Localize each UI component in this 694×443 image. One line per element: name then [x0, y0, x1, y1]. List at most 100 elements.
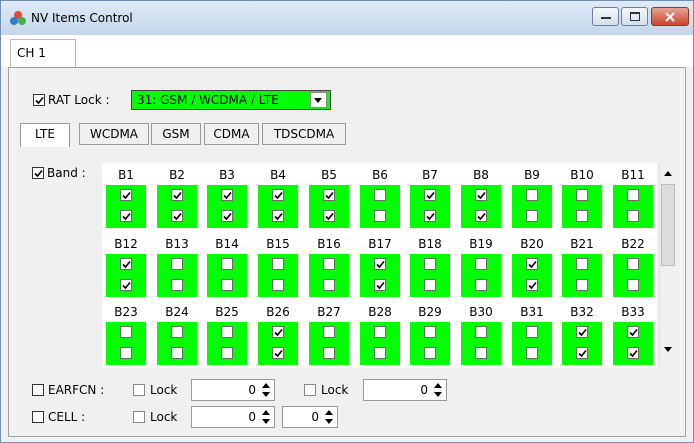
earfcn-lock-checkbox-1[interactable] [133, 384, 145, 396]
band-name-b21: B21 [570, 237, 594, 251]
scroll-down-icon[interactable] [662, 345, 674, 355]
band-b2-bottom-checkbox[interactable] [171, 210, 183, 222]
tab-cdma[interactable]: CDMA [204, 123, 259, 145]
check-icon [122, 212, 131, 221]
band-name-b30: B30 [469, 305, 493, 319]
band-b29-top-checkbox[interactable] [424, 326, 436, 338]
band-checkbox[interactable] [32, 167, 44, 179]
band-b21-bottom-checkbox[interactable] [576, 279, 588, 291]
band-b28-top-checkbox[interactable] [374, 326, 386, 338]
band-b7-top-checkbox[interactable] [424, 189, 436, 201]
earfcn-spinner-2[interactable]: 0 [363, 379, 447, 401]
band-b1-bottom-checkbox[interactable] [120, 210, 132, 222]
band-b33-top-checkbox[interactable] [627, 326, 639, 338]
band-b6-top-checkbox[interactable] [374, 189, 386, 201]
tab-gsm[interactable]: GSM [151, 123, 201, 145]
band-b20-top-checkbox[interactable] [526, 258, 538, 270]
cell-checkbox[interactable] [32, 411, 44, 423]
band-b31-top-checkbox[interactable] [526, 326, 538, 338]
scroll-up-icon[interactable] [662, 168, 674, 178]
band-b3-top-checkbox[interactable] [221, 189, 233, 201]
band-b18-bottom-checkbox[interactable] [424, 279, 436, 291]
rat-lock-dropdown-button[interactable] [310, 92, 327, 108]
spinner-arrows-icon[interactable] [260, 382, 272, 398]
band-b33-bottom-checkbox[interactable] [627, 347, 639, 359]
band-b17-bottom-checkbox[interactable] [374, 279, 386, 291]
cell-spinner-2[interactable]: 0 [282, 406, 338, 428]
band-b25-bottom-checkbox[interactable] [221, 347, 233, 359]
maximize-button[interactable] [621, 7, 648, 26]
band-b10-top-checkbox[interactable] [576, 189, 588, 201]
band-b31-bottom-checkbox[interactable] [526, 347, 538, 359]
band-b7-bottom-checkbox[interactable] [424, 210, 436, 222]
tab-tdscdma[interactable]: TDSCDMA [262, 123, 346, 145]
check-icon [223, 191, 232, 200]
band-b25-top-checkbox[interactable] [221, 326, 233, 338]
spinner-arrows-icon[interactable] [260, 409, 272, 425]
band-b30-top-checkbox[interactable] [475, 326, 487, 338]
band-b4-bottom-checkbox[interactable] [272, 210, 284, 222]
band-b16-bottom-checkbox[interactable] [323, 279, 335, 291]
band-b14-bottom-checkbox[interactable] [221, 279, 233, 291]
band-b23-top-checkbox[interactable] [120, 326, 132, 338]
close-button[interactable] [651, 7, 689, 26]
band-b24-top-checkbox[interactable] [171, 326, 183, 338]
band-b26-top-checkbox[interactable] [272, 326, 284, 338]
band-b29-bottom-checkbox[interactable] [424, 347, 436, 359]
band-b8-bottom-checkbox[interactable] [475, 210, 487, 222]
band-b18-top-checkbox[interactable] [424, 258, 436, 270]
band-b10-bottom-checkbox[interactable] [576, 210, 588, 222]
band-b22-bottom-checkbox[interactable] [627, 279, 639, 291]
band-b24-bottom-checkbox[interactable] [171, 347, 183, 359]
band-b8-top-checkbox[interactable] [475, 189, 487, 201]
band-b11-top-checkbox[interactable] [627, 189, 639, 201]
band-b12-top-checkbox[interactable] [120, 258, 132, 270]
band-b19-bottom-checkbox[interactable] [475, 279, 487, 291]
cell-lock-checkbox[interactable] [133, 411, 145, 423]
band-name-b11: B11 [621, 168, 645, 182]
band-b32-bottom-checkbox[interactable] [576, 347, 588, 359]
band-b5-bottom-checkbox[interactable] [323, 210, 335, 222]
band-b9-top-checkbox[interactable] [526, 189, 538, 201]
band-b9-bottom-checkbox[interactable] [526, 210, 538, 222]
band-b30-bottom-checkbox[interactable] [475, 347, 487, 359]
spinner-arrows-icon[interactable] [323, 409, 335, 425]
spinner-arrows-icon[interactable] [432, 382, 444, 398]
earfcn-lock-checkbox-2[interactable] [304, 384, 316, 396]
band-b26-bottom-checkbox[interactable] [272, 347, 284, 359]
band-b27-top-checkbox[interactable] [323, 326, 335, 338]
rat-lock-checkbox[interactable] [33, 94, 45, 106]
band-b13-bottom-checkbox[interactable] [171, 279, 183, 291]
band-b22-top-checkbox[interactable] [627, 258, 639, 270]
band-b16-top-checkbox[interactable] [323, 258, 335, 270]
earfcn-spinner-1[interactable]: 0 [191, 379, 275, 401]
tab-wcdma[interactable]: WCDMA [79, 123, 149, 145]
band-b21-top-checkbox[interactable] [576, 258, 588, 270]
band-b17-top-checkbox[interactable] [374, 258, 386, 270]
band-b3-bottom-checkbox[interactable] [221, 210, 233, 222]
band-b2-top-checkbox[interactable] [171, 189, 183, 201]
band-b1-top-checkbox[interactable] [120, 189, 132, 201]
tab-ch1[interactable]: CH 1 [10, 39, 76, 67]
band-b11-bottom-checkbox[interactable] [627, 210, 639, 222]
band-b5-top-checkbox[interactable] [323, 189, 335, 201]
band-b6-bottom-checkbox[interactable] [374, 210, 386, 222]
band-b14-top-checkbox[interactable] [221, 258, 233, 270]
band-b32-top-checkbox[interactable] [576, 326, 588, 338]
scroll-thumb[interactable] [661, 184, 675, 266]
band-b13-top-checkbox[interactable] [171, 258, 183, 270]
cell-spinner-1[interactable]: 0 [191, 406, 275, 428]
band-b4-top-checkbox[interactable] [272, 189, 284, 201]
band-b19-top-checkbox[interactable] [475, 258, 487, 270]
earfcn-checkbox[interactable] [32, 384, 44, 396]
rat-lock-select[interactable]: 31: GSM / WCDMA / LTE [131, 90, 331, 110]
band-b15-top-checkbox[interactable] [272, 258, 284, 270]
band-b23-bottom-checkbox[interactable] [120, 347, 132, 359]
band-b15-bottom-checkbox[interactable] [272, 279, 284, 291]
minimize-button[interactable] [592, 7, 619, 26]
band-b20-bottom-checkbox[interactable] [526, 279, 538, 291]
band-b28-bottom-checkbox[interactable] [374, 347, 386, 359]
band-b27-bottom-checkbox[interactable] [323, 347, 335, 359]
tab-lte[interactable]: LTE [20, 123, 70, 147]
band-b12-bottom-checkbox[interactable] [120, 279, 132, 291]
